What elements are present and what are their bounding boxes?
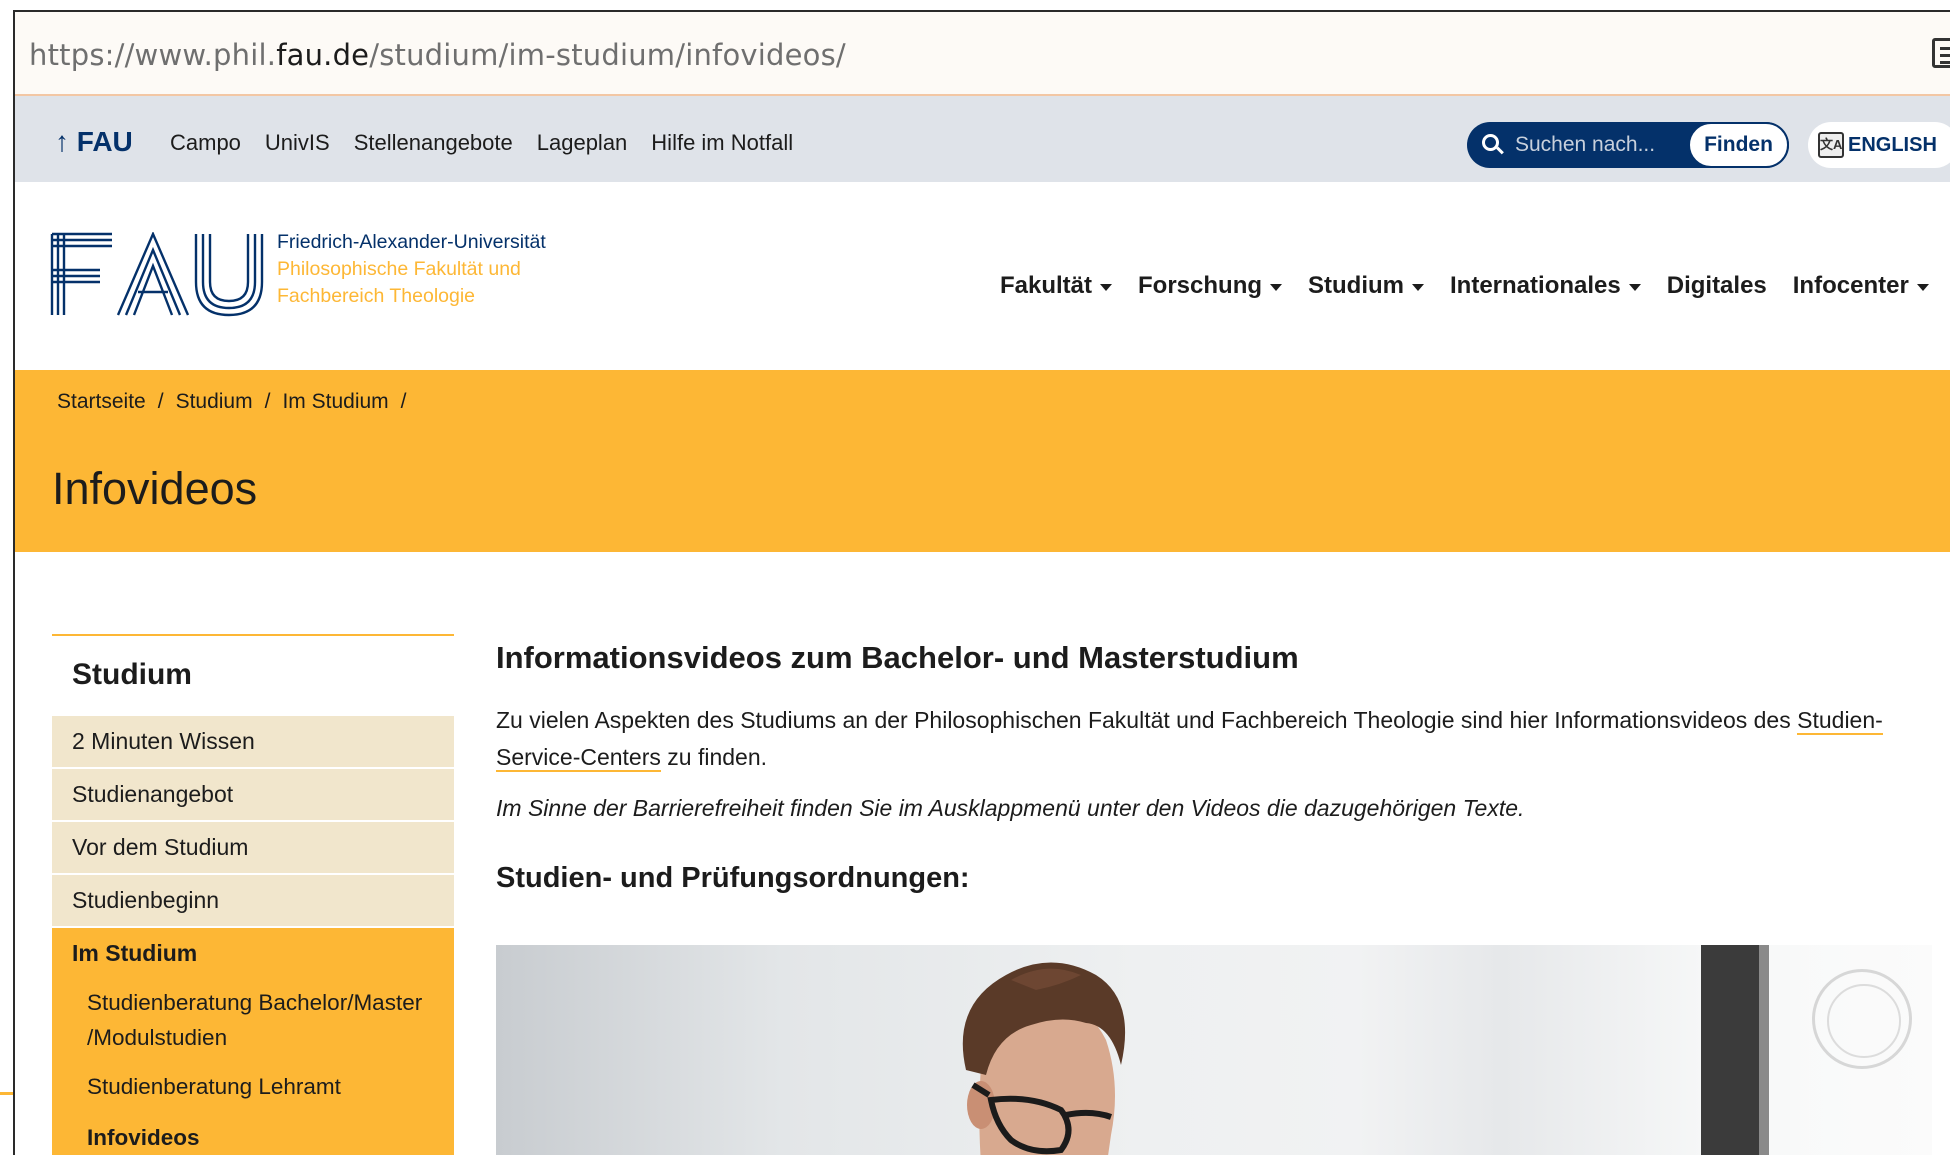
logo-faculty-line2: Fachbereich Theologie	[277, 285, 476, 307]
search-input[interactable]	[1515, 129, 1685, 161]
sidebar-navigation: Studium 2 Minuten Wissen Studienangebot …	[52, 634, 454, 1155]
language-switch-button[interactable]: 文A ENGLISH	[1808, 122, 1950, 168]
browser-frame: https://www.phil.fau.de/studium/im-studi…	[13, 10, 1950, 1155]
section-heading: Studien- und Prüfungsordnungen:	[496, 862, 970, 894]
search-button[interactable]: Finden	[1688, 122, 1789, 168]
sidebar-item-studienbeginn[interactable]: Studienbeginn	[52, 875, 454, 926]
main-navigation: Fakultät Forschung Studium International…	[1000, 272, 1929, 300]
intro-paragraph: Zu vielen Aspekten des Studiums an der P…	[496, 707, 1883, 772]
main-content: Informationsvideos zum Bachelor- und Mas…	[496, 640, 1936, 1155]
breadcrumb-studium[interactable]: Studium	[176, 390, 253, 414]
site-header: Friedrich-Alexander-Universität Philosop…	[15, 182, 1950, 370]
page-title: Infovideos	[52, 463, 258, 514]
translate-icon: 文A	[1818, 132, 1844, 158]
nav-internationales[interactable]: Internationales	[1450, 272, 1641, 300]
sidebar-item-2-minuten-wissen[interactable]: 2 Minuten Wissen	[52, 716, 454, 767]
sidebar-subitem-infovideos[interactable]: Infovideos	[52, 1104, 454, 1155]
reader-view-icon[interactable]	[1932, 38, 1950, 68]
video-thumbnail-person	[962, 962, 1126, 1155]
accessibility-note: Im Sinne der Barrierefreiheit finden Sie…	[496, 795, 1525, 821]
page-banner: Startseite / Studium / Im Studium / Info…	[15, 370, 1950, 552]
nav-studium[interactable]: Studium	[1308, 272, 1425, 300]
sidebar-subitem-studienberatung-ba-ma[interactable]: Studienberatung Bachelor/Master /Modulst…	[52, 979, 454, 1055]
breadcrumb: Startseite / Studium / Im Studium /	[57, 390, 407, 414]
nav-digitales[interactable]: Digitales	[1667, 272, 1767, 300]
sidebar-item-vor-dem-studium[interactable]: Vor dem Studium	[52, 822, 454, 873]
service-link-stellenangebote[interactable]: Stellenangebote	[354, 130, 513, 156]
search-icon	[1482, 134, 1499, 151]
search-form: Finden	[1467, 122, 1789, 168]
service-link-campo[interactable]: Campo	[170, 130, 241, 156]
caret-down-icon	[1628, 283, 1641, 291]
sidebar-item-im-studium[interactable]: Im Studium	[52, 928, 454, 979]
language-label: ENGLISH	[1848, 133, 1937, 156]
service-link-univis[interactable]: UnivIS	[265, 130, 330, 156]
caret-down-icon	[1412, 283, 1425, 291]
content-heading: Informationsvideos zum Bachelor- und Mas…	[496, 640, 1299, 675]
caret-down-icon	[1270, 283, 1283, 291]
logo-faculty-line1: Philosophische Fakultät und	[277, 258, 521, 280]
nav-fakultaet[interactable]: Fakultät	[1000, 272, 1113, 300]
breadcrumb-separator: /	[264, 390, 271, 413]
service-link-lageplan[interactable]: Lageplan	[537, 130, 628, 156]
sidebar-item-studienangebot[interactable]: Studienangebot	[52, 769, 454, 820]
video-player[interactable]	[496, 945, 1932, 1155]
address-bar[interactable]: https://www.phil.fau.de/studium/im-studi…	[15, 12, 1950, 96]
nav-forschung[interactable]: Forschung	[1138, 272, 1283, 300]
caret-down-icon	[1916, 283, 1929, 291]
video-frame-detail	[1701, 945, 1759, 1155]
logo-text[interactable]: Friedrich-Alexander-Universität Philosop…	[277, 229, 546, 310]
url-text[interactable]: https://www.phil.fau.de/studium/im-studi…	[29, 38, 846, 72]
logo-university-name: Friedrich-Alexander-Universität	[277, 231, 546, 253]
watermark-seal-icon	[1812, 969, 1912, 1069]
video-frame-detail	[1759, 945, 1769, 1155]
page-edge-marker	[0, 1092, 13, 1095]
breadcrumb-startseite[interactable]: Startseite	[57, 390, 146, 414]
service-links: Campo UnivIS Stellenangebote Lageplan Hi…	[170, 130, 793, 156]
fau-home-link[interactable]: ↑ FAU	[55, 126, 133, 158]
sidebar-active-group: Im Studium Studienberatung Bachelor/Mast…	[52, 928, 454, 1155]
caret-down-icon	[1100, 283, 1113, 291]
breadcrumb-separator: /	[400, 390, 407, 413]
fau-logo-icon[interactable]	[50, 232, 265, 317]
nav-infocenter[interactable]: Infocenter	[1793, 272, 1929, 300]
service-bar: ↑ FAU Campo UnivIS Stellenangebote Lagep…	[15, 96, 1950, 182]
breadcrumb-separator: /	[157, 390, 164, 413]
breadcrumb-im-studium[interactable]: Im Studium	[282, 390, 388, 414]
sidebar-title[interactable]: Studium	[52, 636, 454, 716]
service-link-notfall[interactable]: Hilfe im Notfall	[651, 130, 793, 156]
sidebar-subitem-studienberatung-lehramt[interactable]: Studienberatung Lehramt	[52, 1055, 454, 1104]
